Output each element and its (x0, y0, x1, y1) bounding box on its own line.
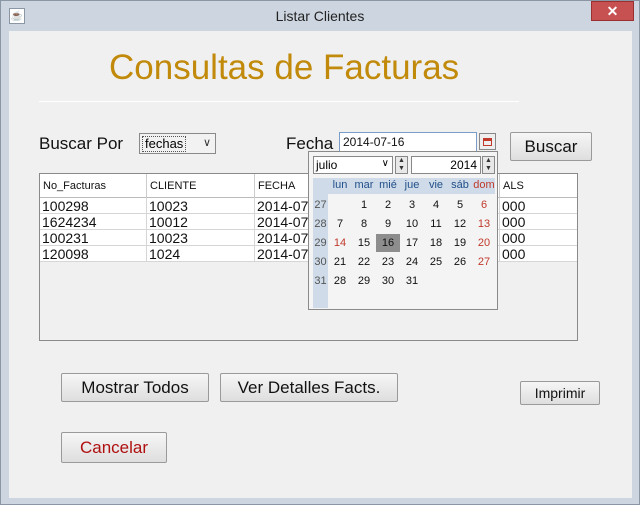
calendar-day-selected[interactable]: 16 (376, 234, 400, 252)
weekday-header: jue (404, 179, 420, 191)
week-number: 27 (314, 199, 327, 211)
chevron-down-icon: ∨ (202, 137, 211, 149)
month-value: julio (316, 158, 338, 172)
weekday-header: lun (332, 179, 348, 191)
week-number: 31 (314, 275, 327, 287)
calendar-day[interactable]: 2 (376, 196, 400, 214)
cell-invoice: 100298 (40, 198, 147, 214)
weekday-header: mar (354, 179, 374, 191)
cancel-button[interactable]: Cancelar (61, 432, 167, 463)
year-field[interactable]: 2014 (411, 156, 481, 174)
calendar-day[interactable]: 23 (376, 253, 400, 271)
calendar-icon (483, 137, 492, 146)
calendar-day[interactable]: 19 (448, 234, 472, 252)
column-header-totals[interactable]: ALS (500, 174, 577, 198)
calendar-day[interactable]: 22 (352, 253, 376, 271)
search-by-label: Buscar Por (39, 134, 124, 153)
calendar-day[interactable]: 25 (424, 253, 448, 271)
cell-total: 000 (502, 214, 526, 230)
calendar-day[interactable]: 12 (448, 215, 472, 233)
arrow-down-icon[interactable]: ▼ (396, 165, 407, 173)
calendar-button[interactable] (479, 133, 496, 150)
cell-invoice: 100231 (40, 230, 147, 246)
year-spinner[interactable]: ▲ ▼ (482, 156, 495, 174)
cell-invoice: 1624234 (40, 214, 147, 230)
cell-client: 1024 (147, 246, 255, 262)
calendar-day[interactable]: 24 (400, 253, 424, 271)
calendar-day[interactable]: 17 (400, 234, 424, 252)
calendar-day[interactable]: 10 (400, 215, 424, 233)
content-panel: Consultas de Facturas Buscar Por fechas … (9, 31, 632, 498)
calendar-day[interactable]: 26 (448, 253, 472, 271)
cell-client: 10023 (147, 198, 255, 214)
column-header-client[interactable]: CLIENTE (147, 174, 255, 198)
calendar-day[interactable]: 11 (424, 215, 448, 233)
calendar-day[interactable]: 29 (352, 272, 376, 290)
close-button[interactable]: ✕ (591, 1, 634, 21)
calendar-day[interactable]: 8 (352, 215, 376, 233)
show-all-button[interactable]: Mostrar Todos (61, 373, 209, 402)
weekday-header: dom (473, 179, 495, 191)
calendar-day[interactable]: 21 (328, 253, 352, 271)
print-button[interactable]: Imprimir (520, 381, 600, 405)
cell-client: 10023 (147, 230, 255, 246)
cell-total: 000 (502, 246, 526, 262)
search-by-value: fechas (142, 136, 187, 152)
search-by-combo[interactable]: fechas ∨ (139, 133, 216, 154)
arrow-up-icon[interactable]: ▲ (396, 157, 407, 165)
calendar-day[interactable]: 7 (328, 215, 352, 233)
calendar-day[interactable]: 31 (400, 272, 424, 290)
search-button[interactable]: Buscar (510, 132, 592, 161)
weekday-header: mié (379, 179, 397, 191)
invoice-details-button[interactable]: Ver Detalles Facts. (220, 373, 398, 402)
calendar-day[interactable]: 13 (472, 215, 496, 233)
week-number: 29 (314, 237, 327, 249)
title-bar: ☕ Listar Clientes ✕ (1, 1, 639, 31)
week-number: 28 (314, 218, 327, 230)
calendar-day[interactable]: 1 (352, 196, 376, 214)
app-window: ☕ Listar Clientes ✕ Consultas de Factura… (0, 0, 640, 505)
calendar-day[interactable]: 30 (376, 272, 400, 290)
calendar-day[interactable]: 14 (328, 234, 352, 252)
weekday-header: sáb (451, 179, 469, 191)
calendar-day[interactable]: 4 (424, 196, 448, 214)
week-number: 30 (314, 256, 327, 268)
cell-invoice: 120098 (40, 246, 147, 262)
cell-total: 000 (502, 230, 526, 246)
page-title: Consultas de Facturas (109, 48, 460, 87)
calendar-day[interactable]: 27 (472, 253, 496, 271)
calendar-day[interactable]: 20 (472, 234, 496, 252)
month-combo[interactable]: julio ∨ (313, 156, 393, 174)
cell-client: 10012 (147, 214, 255, 230)
calendar-day[interactable]: 9 (376, 215, 400, 233)
calendar-day[interactable]: 28 (328, 272, 352, 290)
calendar-day[interactable]: 5 (448, 196, 472, 214)
separator (39, 101, 519, 102)
weekday-header: vie (428, 179, 444, 191)
arrow-down-icon[interactable]: ▼ (483, 165, 494, 173)
window-title: Listar Clientes (275, 8, 365, 24)
column-header-invoice[interactable]: No_Facturas (40, 174, 147, 198)
calendar-day[interactable]: 6 (472, 196, 496, 214)
calendar-day[interactable]: 18 (424, 234, 448, 252)
calendar-day[interactable]: 15 (352, 234, 376, 252)
calendar-day[interactable]: 3 (400, 196, 424, 214)
date-field[interactable]: 2014-07-16 (339, 132, 477, 152)
month-spinner[interactable]: ▲ ▼ (395, 156, 408, 174)
arrow-up-icon[interactable]: ▲ (483, 157, 494, 165)
chevron-down-icon: ∨ (381, 158, 389, 169)
date-picker-popup[interactable]: julio ∨ ▲ ▼ 2014 ▲ ▼ lun mar mié jue vie sáb d… (308, 151, 498, 310)
cell-total: 000 (502, 198, 526, 214)
